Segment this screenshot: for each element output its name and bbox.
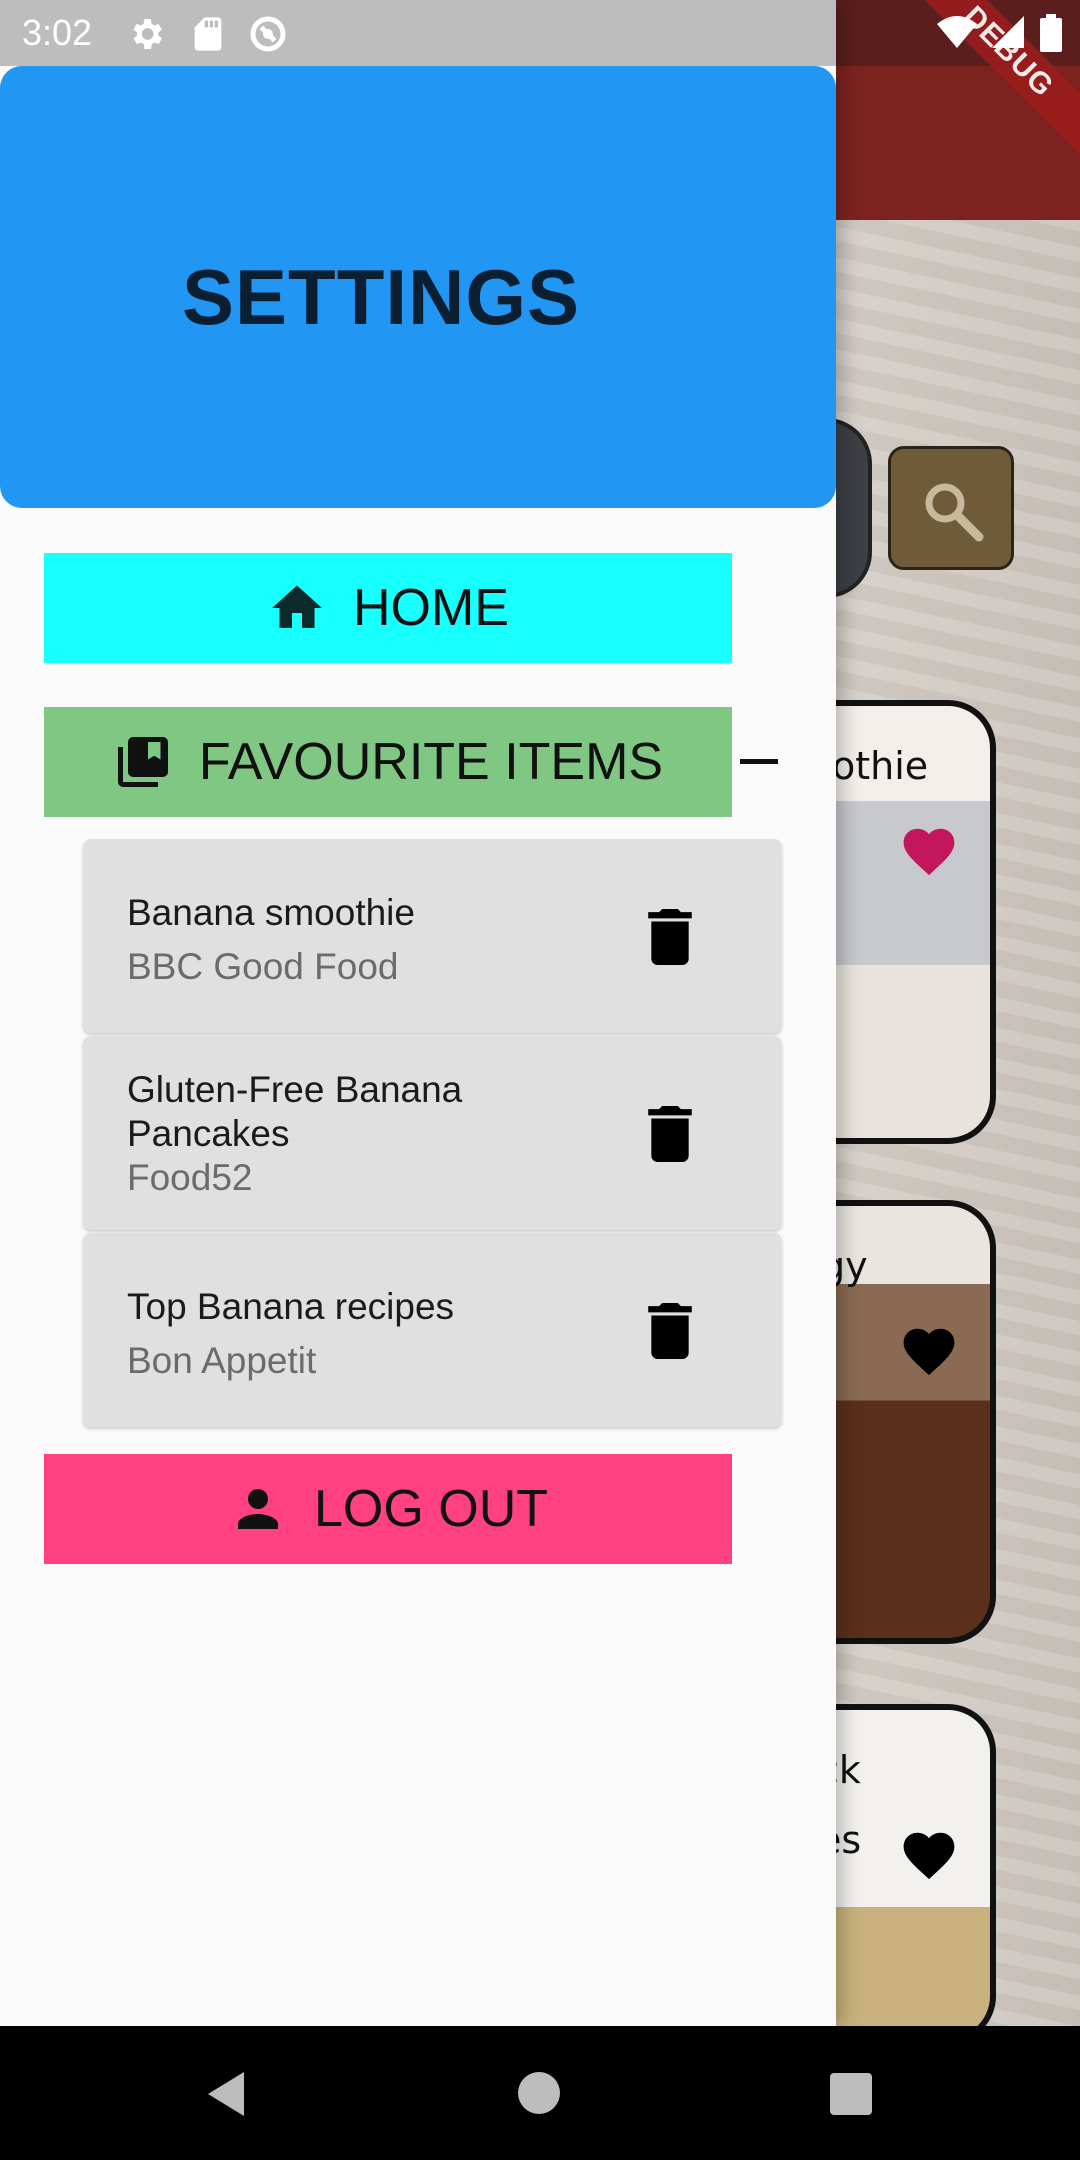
recents-icon[interactable] [830, 2073, 872, 2115]
favourite-items-label: FAVOURITE ITEMS [198, 733, 664, 791]
sd-card-icon [188, 14, 228, 54]
favourite-item[interactable]: Banana smoothie BBC Good Food [83, 839, 782, 1033]
drawer-header: SETTINGS [0, 66, 836, 508]
drawer-title: SETTINGS [182, 253, 581, 341]
favourite-item[interactable]: Gluten-Free Banana Pancakes Food52 [83, 1036, 782, 1230]
favourite-items-button[interactable]: FAVOURITE ITEMS [44, 707, 732, 817]
recipe-card-title: othie [832, 744, 929, 788]
favorite-heart-icon [903, 828, 955, 876]
favorite-heart-icon [903, 1328, 955, 1376]
home-circle-icon[interactable] [518, 2072, 560, 2114]
favourite-item-source: Bon Appetit [127, 1340, 317, 1381]
favourite-item-title: Banana smoothie [127, 892, 415, 933]
favourite-item-source: Food52 [127, 1157, 253, 1198]
favourite-item-title: Top Banana recipes [127, 1286, 455, 1327]
status-time: 3:02 [22, 12, 93, 53]
favourite-item-title: Gluten-Free Banana Pancakes [127, 1069, 463, 1154]
logout-button[interactable]: LOG OUT [44, 1454, 732, 1564]
battery-icon [1040, 14, 1062, 57]
search-icon [925, 483, 984, 542]
favourite-items-list: Banana smoothie BBC Good Food Gluten-Fre… [83, 839, 782, 1430]
background-search-button[interactable] [888, 446, 1014, 570]
favourite-item[interactable]: Top Banana recipes Bon Appetit [83, 1233, 782, 1427]
signal-icon [990, 14, 1026, 55]
person-icon [237, 1489, 278, 1529]
delete-icon[interactable] [646, 1106, 694, 1162]
delete-icon[interactable] [646, 1303, 694, 1359]
collapse-icon[interactable] [740, 759, 778, 764]
home-icon [272, 585, 322, 628]
sync-icon [248, 14, 288, 54]
status-bar: 3:02 [0, 0, 836, 66]
logout-button-label: LOG OUT [313, 1480, 549, 1538]
home-button[interactable]: HOME [44, 553, 732, 663]
favorite-heart-icon [903, 1832, 955, 1880]
navigation-drawer: 3:02 SETTINGS HOME FAVOURITE ITEMS Banan… [0, 0, 836, 2026]
wifi-icon [936, 14, 978, 55]
back-icon[interactable] [204, 2070, 248, 2118]
home-button-label: HOME [353, 579, 509, 637]
settings-icon [126, 14, 166, 54]
library-icon [117, 737, 168, 787]
delete-icon[interactable] [646, 909, 694, 965]
favourite-item-source: BBC Good Food [127, 946, 399, 987]
